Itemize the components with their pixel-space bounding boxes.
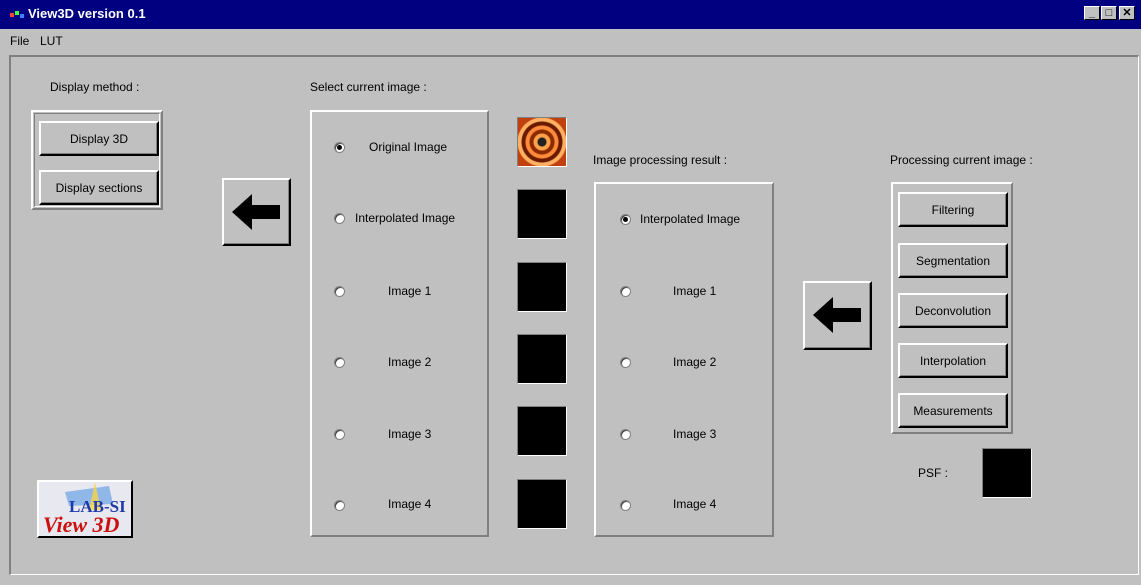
radio-result-image-3[interactable]	[620, 429, 631, 440]
filtering-button[interactable]: Filtering	[898, 192, 1008, 227]
option-image-4[interactable]: Image 4	[388, 497, 431, 511]
thumbnail-image-1[interactable]	[517, 262, 567, 312]
radio-result-image-1[interactable]	[620, 286, 631, 297]
option-original-image[interactable]: Original Image	[369, 140, 447, 154]
radio-result-interpolated[interactable]	[620, 214, 631, 225]
radio-image-1[interactable]	[334, 286, 345, 297]
menu-lut[interactable]: LUT	[40, 34, 63, 48]
apply-result-arrow-button[interactable]	[803, 281, 872, 350]
menu-file[interactable]: File	[10, 34, 29, 48]
processing-result-label: Image processing result :	[593, 153, 728, 167]
close-button[interactable]: ✕	[1119, 6, 1135, 20]
arrow-left-icon	[813, 297, 861, 333]
radio-image-4[interactable]	[334, 500, 345, 511]
radio-result-image-2[interactable]	[620, 357, 631, 368]
thumbnail-image-2[interactable]	[517, 334, 567, 384]
option-image-3[interactable]: Image 3	[388, 427, 431, 441]
logo-text-bottom: View 3D	[43, 512, 120, 536]
app-icon	[10, 11, 24, 18]
window-title: View3D version 0.1	[28, 6, 146, 21]
logo-graphic: LAB-SI View 3D	[43, 482, 126, 536]
apply-left-arrow-button[interactable]	[222, 178, 291, 246]
option-image-2[interactable]: Image 2	[388, 355, 431, 369]
maximize-button[interactable]: □	[1101, 6, 1117, 20]
psf-label: PSF :	[918, 466, 949, 480]
psf-thumbnail[interactable]	[982, 448, 1032, 498]
result-option-image-3[interactable]: Image 3	[673, 427, 716, 441]
current-image-group	[310, 110, 489, 537]
segmentation-button[interactable]: Segmentation	[898, 243, 1008, 278]
measurements-button[interactable]: Measurements	[898, 393, 1008, 428]
thumbnail-interpolated-image[interactable]	[517, 189, 567, 239]
result-option-image-1[interactable]: Image 1	[673, 284, 716, 298]
interpolation-button[interactable]: Interpolation	[898, 343, 1008, 378]
display-sections-button[interactable]: Display sections	[39, 170, 159, 205]
title-bar[interactable]: View3D version 0.1 _ □ ✕	[0, 0, 1141, 29]
option-interpolated-image[interactable]: Interpolated Image	[355, 211, 455, 225]
radio-interpolated-image[interactable]	[334, 213, 345, 224]
result-option-interpolated[interactable]: Interpolated Image	[640, 212, 740, 226]
result-option-image-4[interactable]: Image 4	[673, 497, 716, 511]
minimize-button[interactable]: _	[1084, 6, 1100, 20]
display-method-label: Display method :	[50, 80, 140, 94]
radio-image-2[interactable]	[334, 357, 345, 368]
radio-original-image[interactable]	[334, 142, 345, 153]
thumbnail-original-image[interactable]	[517, 117, 567, 167]
menu-bar: File LUT	[0, 30, 1141, 52]
display-3d-button[interactable]: Display 3D	[39, 121, 159, 156]
radio-result-image-4[interactable]	[620, 500, 631, 511]
select-current-label: Select current image :	[310, 80, 427, 94]
deconvolution-button[interactable]: Deconvolution	[898, 293, 1008, 328]
thumbnail-image-4[interactable]	[517, 479, 567, 529]
option-image-1[interactable]: Image 1	[388, 284, 431, 298]
radio-image-3[interactable]	[334, 429, 345, 440]
thumbnail-image-3[interactable]	[517, 406, 567, 456]
processing-current-label: Processing current image :	[890, 153, 1033, 167]
result-option-image-2[interactable]: Image 2	[673, 355, 716, 369]
lab-si-view3d-logo[interactable]: LAB-SI View 3D	[37, 480, 133, 538]
arrow-left-icon	[232, 194, 280, 230]
